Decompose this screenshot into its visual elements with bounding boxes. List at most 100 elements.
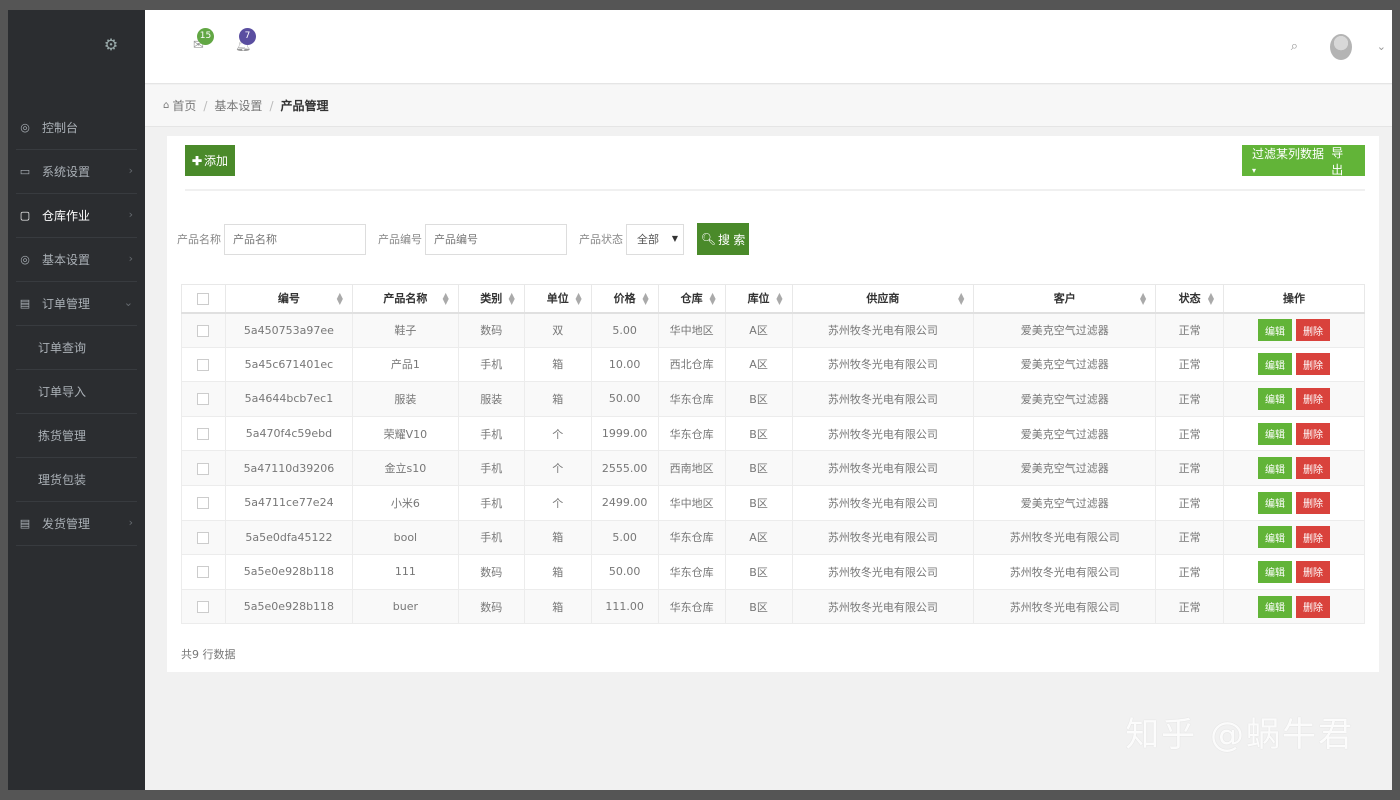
breadcrumb-level1[interactable]: 基本设置 bbox=[214, 97, 262, 114]
sort-icon[interactable]: ▲ ▼ bbox=[337, 292, 343, 306]
sidebar-item[interactable]: ◎ 控制台 bbox=[16, 106, 137, 150]
sort-icon[interactable]: ▲ ▼ bbox=[709, 292, 715, 306]
delete-button[interactable]: 删除 bbox=[1296, 526, 1331, 549]
sidebar-item[interactable]: ▢ 仓库作业 › bbox=[16, 194, 137, 238]
search-button[interactable]: 🔍︎ 搜 索 bbox=[697, 223, 749, 255]
delete-button[interactable]: 删除 bbox=[1296, 422, 1331, 445]
cell-wh: 华中地区 bbox=[657, 312, 726, 348]
cell-name: bool bbox=[351, 519, 459, 556]
sidebar-item[interactable]: 订单查询 bbox=[16, 326, 137, 370]
cell-cat: 数码 bbox=[457, 312, 525, 348]
avatar[interactable] bbox=[1330, 34, 1352, 60]
delete-button[interactable]: 删除 bbox=[1296, 353, 1331, 376]
row-checkbox[interactable] bbox=[197, 428, 210, 441]
delete-button[interactable]: 删除 bbox=[1296, 319, 1331, 342]
cell-customer: 苏州牧冬光电有限公司 bbox=[973, 588, 1157, 625]
sidebar-nav: ◎ 控制台 ▭ 系统设置 › ▢ 仓库作业 › ◎ 基本设置 › ▤ 订单管理 ⌄ 订单查询 订单导入 拣货管理… bbox=[8, 106, 145, 546]
row-checkbox[interactable] bbox=[197, 531, 210, 544]
sidebar-item[interactable]: 订单导入 bbox=[16, 370, 137, 414]
column-header[interactable]: 客户 ▲ ▼ bbox=[973, 284, 1157, 314]
cell-supplier: 苏州牧冬光电有限公司 bbox=[791, 588, 975, 625]
filter-columns-button[interactable]: 过滤某列数据 ▾ bbox=[1252, 145, 1331, 176]
cell-id: 5a5e0e928b118 bbox=[224, 554, 353, 590]
column-header[interactable]: 单位 ▲ ▼ bbox=[523, 284, 592, 314]
cell-price: 2555.00 bbox=[590, 450, 659, 486]
cell-name: 小米6 bbox=[351, 484, 459, 521]
sidebar-item-label: 系统设置 bbox=[42, 165, 91, 179]
delete-button[interactable]: 删除 bbox=[1296, 595, 1331, 618]
chevron-icon: › bbox=[128, 208, 133, 221]
edit-button[interactable]: 编辑 bbox=[1258, 560, 1293, 583]
edit-button[interactable]: 编辑 bbox=[1258, 491, 1293, 514]
edit-button[interactable]: 编辑 bbox=[1258, 526, 1293, 549]
chevron-down-icon[interactable]: ⌄ bbox=[1377, 40, 1386, 53]
gear-icon[interactable]: ⚙ bbox=[102, 36, 120, 54]
cell-name: 鞋子 bbox=[351, 312, 459, 348]
column-header[interactable]: 编号 ▲ ▼ bbox=[224, 284, 353, 314]
search-form: 产品名称 产品编号 产品状态 全部 ▼ 🔍︎ 搜 索 bbox=[177, 223, 749, 255]
bell-icon[interactable]: 🔔︎ 7 bbox=[235, 28, 256, 53]
row-checkbox[interactable] bbox=[197, 324, 210, 337]
cell-name: 产品1 bbox=[351, 346, 459, 383]
row-checkbox[interactable] bbox=[197, 566, 210, 579]
edit-button[interactable]: 编辑 bbox=[1258, 595, 1293, 618]
breadcrumb-separator: / bbox=[203, 98, 208, 113]
column-header[interactable]: 价格 ▲ ▼ bbox=[590, 284, 659, 314]
product-status-select[interactable]: 全部 ▼ bbox=[626, 223, 684, 255]
nav-icon: ▭ bbox=[19, 165, 31, 178]
sort-icon[interactable]: ▲ ▼ bbox=[776, 292, 782, 306]
column-header[interactable]: 类别 ▲ ▼ bbox=[457, 284, 525, 314]
edit-button[interactable]: 编辑 bbox=[1258, 457, 1293, 480]
row-checkbox[interactable] bbox=[197, 601, 210, 614]
column-header[interactable]: 状态 ▲ ▼ bbox=[1155, 284, 1225, 314]
cell-price: 5.00 bbox=[590, 312, 659, 348]
delete-button[interactable]: 删除 bbox=[1296, 491, 1331, 514]
row-checkbox[interactable] bbox=[197, 497, 210, 510]
row-select-cell bbox=[181, 588, 226, 625]
column-header[interactable]: 供应商 ▲ ▼ bbox=[791, 284, 975, 314]
delete-button[interactable]: 删除 bbox=[1296, 457, 1331, 480]
row-select-cell bbox=[181, 484, 226, 521]
column-header[interactable]: 产品名称 ▲ ▼ bbox=[351, 284, 459, 314]
export-button[interactable]: 导出 bbox=[1331, 144, 1355, 178]
select-all-checkbox[interactable] bbox=[197, 292, 210, 305]
column-header[interactable]: 库位 ▲ ▼ bbox=[724, 284, 793, 314]
mail-icon[interactable]: ✉ 15 bbox=[193, 28, 214, 53]
sidebar-item[interactable]: 理货包装 bbox=[16, 458, 137, 502]
column-header[interactable]: 仓库 ▲ ▼ bbox=[657, 284, 726, 314]
sort-icon[interactable]: ▲ ▼ bbox=[643, 292, 649, 306]
filter-label: 过滤某列数据 bbox=[1252, 147, 1325, 161]
sort-icon[interactable]: ▲ ▼ bbox=[958, 292, 964, 306]
cell-unit: 个 bbox=[523, 415, 592, 452]
breadcrumb-home[interactable]: 首页 bbox=[172, 97, 196, 114]
select-all-header bbox=[181, 284, 226, 314]
sort-icon[interactable]: ▲ ▼ bbox=[576, 292, 582, 306]
edit-button[interactable]: 编辑 bbox=[1258, 319, 1293, 342]
chevron-icon: › bbox=[128, 516, 133, 529]
cell-wh: 华中地区 bbox=[657, 484, 726, 521]
row-checkbox[interactable] bbox=[197, 358, 210, 371]
cell-status: 正常 bbox=[1155, 415, 1225, 452]
sidebar-item[interactable]: ◎ 基本设置 › bbox=[16, 238, 137, 282]
delete-button[interactable]: 删除 bbox=[1296, 387, 1331, 410]
delete-button[interactable]: 删除 bbox=[1296, 560, 1331, 583]
edit-button[interactable]: 编辑 bbox=[1258, 387, 1293, 410]
edit-button[interactable]: 编辑 bbox=[1258, 353, 1293, 376]
product-code-input[interactable] bbox=[425, 223, 567, 255]
sort-icon[interactable]: ▲ ▼ bbox=[509, 292, 515, 306]
row-select-cell bbox=[181, 346, 226, 383]
sidebar-item[interactable]: ▭ 系统设置 › bbox=[16, 150, 137, 194]
search-icon[interactable]: ⌕ bbox=[1291, 39, 1298, 54]
edit-button[interactable]: 编辑 bbox=[1258, 422, 1293, 445]
cell-actions: 编辑 删除 bbox=[1223, 415, 1365, 452]
add-button[interactable]: ✚ 添加 bbox=[185, 145, 235, 176]
product-name-input[interactable] bbox=[224, 223, 366, 255]
sort-icon[interactable]: ▲ ▼ bbox=[1208, 292, 1214, 306]
sidebar-item[interactable]: ▤ 订单管理 ⌄ bbox=[16, 282, 137, 326]
sort-icon[interactable]: ▲ ▼ bbox=[1140, 292, 1146, 306]
row-checkbox[interactable] bbox=[197, 393, 210, 406]
sort-icon[interactable]: ▲ ▼ bbox=[443, 292, 449, 306]
sidebar-item[interactable]: 拣货管理 bbox=[16, 414, 137, 458]
sidebar-item[interactable]: ▤ 发货管理 › bbox=[16, 502, 137, 546]
row-checkbox[interactable] bbox=[197, 462, 210, 475]
